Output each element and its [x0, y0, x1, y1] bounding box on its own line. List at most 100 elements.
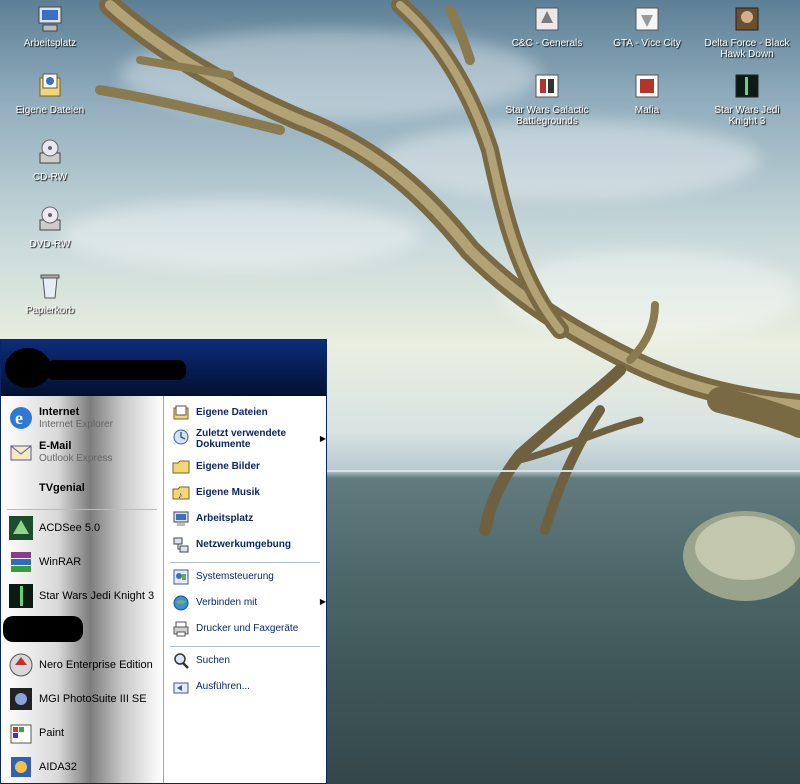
recent-winrar[interactable]: WinRAR — [7, 548, 157, 576]
pinned-tvgenial[interactable]: TVgenial — [7, 476, 157, 506]
desktop-icon-gta-vice-city[interactable]: GTA - Vice City — [602, 3, 692, 49]
recent-aida32[interactable]: AIDA32 — [7, 753, 157, 781]
documents-icon — [172, 404, 190, 422]
start-menu-left-pane: e Internet Internet Explorer E-Mail Outl… — [1, 396, 163, 783]
pinned-email[interactable]: E-Mail Outlook Express — [7, 438, 157, 468]
music-folder-icon: ♪ — [172, 484, 190, 502]
place-label: Arbeitsplatz — [196, 513, 254, 524]
user-name-redacted — [46, 360, 186, 380]
game-icon — [631, 3, 663, 35]
recent-nero[interactable]: Nero Enterprise Edition — [7, 651, 157, 679]
place-label: Netzwerkumgebung — [196, 539, 292, 550]
recent-jedi-knight[interactable]: Star Wars Jedi Knight 3 — [7, 582, 157, 610]
pictures-folder-icon — [172, 458, 190, 476]
documents-icon — [34, 70, 66, 102]
desktop-icon-cnc-generals[interactable]: C&C - Generals — [502, 3, 592, 49]
svg-text:e: e — [15, 408, 23, 428]
desktop-icon-label: Mafia — [634, 105, 660, 116]
place-label: Eigene Musik — [196, 487, 260, 498]
user-avatar — [5, 348, 51, 388]
desktop-icon-star-wars-battlegrounds[interactable]: Star Wars Galactic Battlegrounds — [502, 70, 592, 127]
photosuite-icon — [7, 685, 35, 713]
desktop-icon-mafia[interactable]: Mafia — [602, 70, 692, 116]
start-menu-right-pane: Eigene Dateien Zuletzt verwendete Dokume… — [163, 396, 326, 783]
globe-icon — [172, 594, 190, 612]
place-arbeitsplatz[interactable]: Arbeitsplatz — [172, 510, 322, 530]
submenu-arrow-icon: ▶ — [319, 597, 326, 606]
start-menu-header — [1, 340, 326, 396]
system-label: Systemsteuerung — [196, 571, 274, 582]
recent-label: ACDSee 5.0 — [39, 522, 101, 534]
separator — [170, 646, 320, 647]
desktop-icon-eigene-dateien[interactable]: Eigene Dateien — [5, 70, 95, 116]
pinned-internet[interactable]: e Internet Internet Explorer — [7, 404, 157, 434]
svg-text:♪: ♪ — [178, 490, 183, 500]
system-label: Verbinden mit — [196, 597, 258, 608]
system-label: Drucker und Faxgeräte — [196, 623, 299, 634]
desktop-icon-label: GTA - Vice City — [613, 38, 681, 49]
game-icon — [531, 3, 563, 35]
desktop-icon-label: Delta Force - Black Hawk Down — [704, 38, 790, 60]
redacted-item — [3, 616, 83, 642]
desktop-icon-label: Arbeitsplatz — [23, 38, 77, 49]
tvgenial-icon — [7, 476, 35, 504]
pinned-subtitle: Outlook Express — [39, 453, 113, 464]
place-eigene-bilder[interactable]: Eigene Bilder — [172, 458, 322, 478]
place-recent-documents[interactable]: Zuletzt verwendete Dokumente ▶ — [172, 428, 326, 454]
network-icon — [172, 536, 190, 554]
paint-icon — [7, 719, 35, 747]
desktop-icon-papierkorb[interactable]: Papierkorb — [5, 270, 95, 316]
start-menu: e Internet Internet Explorer E-Mail Outl… — [0, 339, 327, 784]
tool-label: Ausführen... — [196, 681, 250, 692]
recent-photosuite[interactable]: MGI PhotoSuite III SE — [7, 685, 157, 713]
desktop-icon-arbeitsplatz[interactable]: Arbeitsplatz — [5, 3, 95, 49]
recent-paint[interactable]: Paint — [7, 719, 157, 747]
recent-label: WinRAR — [39, 556, 82, 568]
internet-explorer-icon: e — [7, 404, 35, 432]
desktop-icon-cd-rw[interactable]: CD-RW — [5, 137, 95, 183]
system-verbinden-mit[interactable]: Verbinden mit ▶ — [172, 594, 326, 614]
recent-acdsee[interactable]: ACDSee 5.0 — [7, 514, 157, 542]
desktop-icon-label: CD-RW — [32, 172, 68, 183]
submenu-arrow-icon: ▶ — [319, 434, 326, 443]
pinned-title: TVgenial — [39, 482, 85, 494]
desktop-icon-label: DVD-RW — [29, 239, 71, 250]
place-label: Zuletzt verwendete Dokumente — [196, 428, 287, 450]
desktop-icon-dvd-rw[interactable]: DVD-RW — [5, 204, 95, 250]
game-icon — [731, 70, 763, 102]
control-panel-icon — [172, 568, 190, 586]
outlook-express-icon — [7, 438, 35, 466]
recent-label: Paint — [39, 727, 65, 739]
place-eigene-dateien[interactable]: Eigene Dateien — [172, 404, 322, 424]
computer-icon — [172, 510, 190, 528]
computer-icon — [34, 3, 66, 35]
winrar-icon — [7, 548, 35, 576]
aida32-icon — [7, 753, 35, 781]
cd-drive-icon — [34, 137, 66, 169]
place-label: Eigene Dateien — [196, 407, 268, 418]
recent-label: AIDA32 — [39, 761, 77, 773]
separator — [170, 562, 320, 563]
desktop-icon-jedi-knight-3[interactable]: Star Wars Jedi Knight 3 — [702, 70, 792, 127]
desktop-icon-delta-force[interactable]: Delta Force - Black Hawk Down — [702, 3, 792, 60]
nero-icon — [7, 651, 35, 679]
recent-label: Nero Enterprise Edition — [39, 659, 153, 671]
run-icon — [172, 678, 190, 696]
printer-icon — [172, 620, 190, 638]
recent-label: Star Wars Jedi Knight 3 — [39, 590, 155, 602]
separator — [7, 509, 157, 510]
place-netzwerkumgebung[interactable]: Netzwerkumgebung — [172, 536, 322, 556]
place-eigene-musik[interactable]: ♪ Eigene Musik — [172, 484, 322, 504]
desktop-icon-label: Eigene Dateien — [15, 105, 85, 116]
system-drucker[interactable]: Drucker und Faxgeräte — [172, 620, 322, 640]
tool-label: Suchen — [196, 655, 230, 666]
tool-suchen[interactable]: Suchen — [172, 652, 322, 672]
recent-documents-icon — [172, 428, 190, 446]
desktop-icon-label: Papierkorb — [25, 305, 75, 316]
tool-ausfuehren[interactable]: Ausführen... — [172, 678, 322, 698]
jedi-knight-icon — [7, 582, 35, 610]
search-icon — [172, 652, 190, 670]
desktop-icon-label: Star Wars Jedi Knight 3 — [714, 105, 780, 127]
system-systemsteuerung[interactable]: Systemsteuerung — [172, 568, 322, 588]
game-icon — [731, 3, 763, 35]
